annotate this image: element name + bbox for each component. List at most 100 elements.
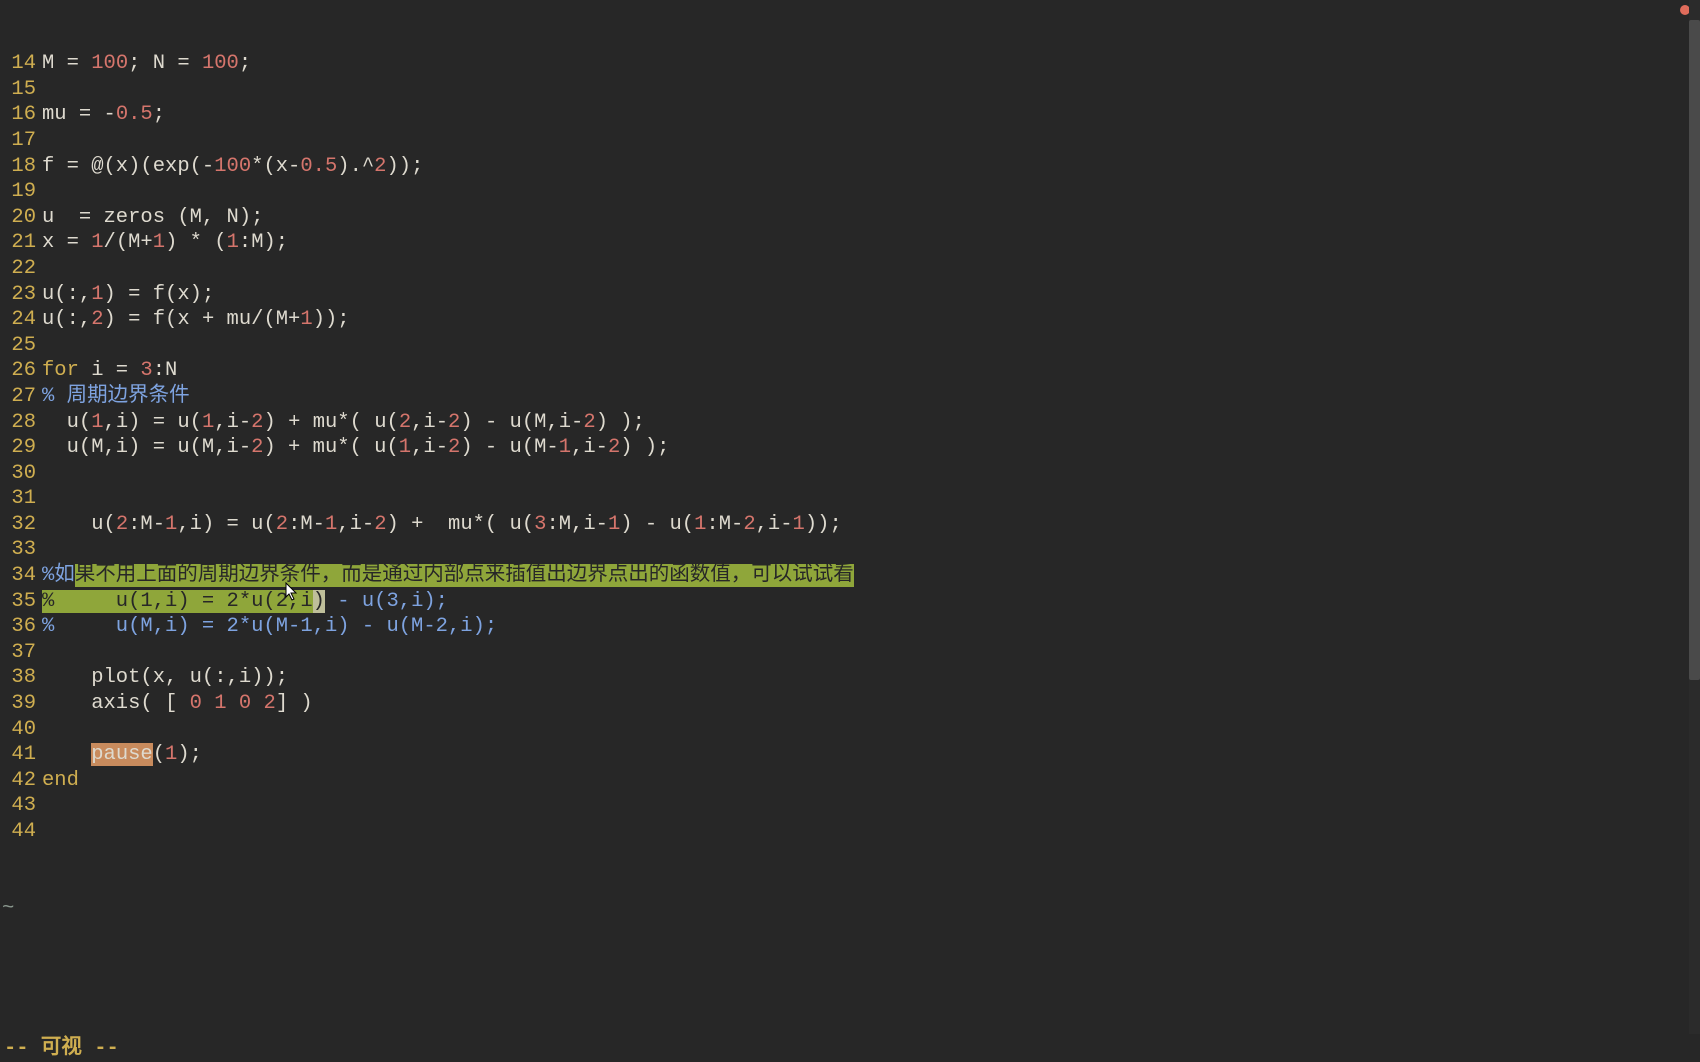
- code-content[interactable]: u(:,1) = f(x);: [42, 282, 214, 308]
- code-content[interactable]: u(2:M-1,i) = u(2:M-1,i-2) + mu*( u(3:M,i…: [42, 512, 842, 538]
- token-num: 2: [264, 692, 276, 715]
- code-line[interactable]: 24u(:,2) = f(x + mu/(M+1));: [0, 307, 1700, 333]
- token-ident: ) );: [596, 411, 645, 434]
- code-content[interactable]: u(:,2) = f(x + mu/(M+1));: [42, 307, 350, 333]
- token-ident: ) - u(: [620, 513, 694, 536]
- line-number: 20: [0, 205, 42, 231]
- code-line[interactable]: 35% u(1,i) = 2*u(2,i) - u(3,i);: [0, 589, 1700, 615]
- code-line[interactable]: 40: [0, 717, 1700, 743]
- token-ident: ));: [805, 513, 842, 536]
- token-num: 2: [448, 436, 460, 459]
- token-ident: u = zeros (M, N);: [42, 206, 263, 229]
- code-content[interactable]: u = zeros (M, N);: [42, 205, 263, 231]
- code-content[interactable]: M = 100; N = 100;: [42, 51, 251, 77]
- line-number: 28: [0, 410, 42, 436]
- code-line[interactable]: 22: [0, 256, 1700, 282]
- code-line[interactable]: 16mu = -0.5;: [0, 102, 1700, 128]
- code-line[interactable]: 14M = 100; N = 100;: [0, 51, 1700, 77]
- token-ident: ] ): [276, 692, 313, 715]
- code-content[interactable]: x = 1/(M+1) * (1:M);: [42, 230, 288, 256]
- line-number: 43: [0, 793, 42, 819]
- code-line[interactable]: 28 u(1,i) = u(1,i-2) + mu*( u(2,i-2) - u…: [0, 410, 1700, 436]
- code-line[interactable]: 32 u(2:M-1,i) = u(2:M-1,i-2) + mu*( u(3:…: [0, 512, 1700, 538]
- token-ident: ).^: [337, 155, 374, 178]
- code-line[interactable]: 26for i = 3:N: [0, 358, 1700, 384]
- code-line[interactable]: 20u = zeros (M, N);: [0, 205, 1700, 231]
- code-content[interactable]: % u(1,i) = 2*u(2,i) - u(3,i);: [42, 589, 448, 615]
- token-num: 3: [140, 359, 152, 382]
- code-content[interactable]: axis( [ 0 1 0 2] ): [42, 691, 313, 717]
- code-content[interactable]: mu = -0.5;: [42, 102, 165, 128]
- code-line[interactable]: 42end: [0, 768, 1700, 794]
- token-num: 1: [300, 308, 312, 331]
- token-ident: *(x-: [251, 155, 300, 178]
- code-line[interactable]: 43: [0, 793, 1700, 819]
- line-number: 21: [0, 230, 42, 256]
- token-num: 1: [608, 513, 620, 536]
- code-line[interactable]: 19: [0, 179, 1700, 205]
- code-line[interactable]: 15: [0, 77, 1700, 103]
- code-content[interactable]: % u(M,i) = 2*u(M-1,i) - u(M-2,i);: [42, 614, 497, 640]
- line-number: 41: [0, 742, 42, 768]
- token-num: 1: [559, 436, 571, 459]
- code-line[interactable]: 25: [0, 333, 1700, 359]
- line-number: 39: [0, 691, 42, 717]
- token-ident: ) = f(x + mu/(M+: [104, 308, 301, 331]
- line-number: 25: [0, 333, 42, 359]
- code-line[interactable]: 23u(:,1) = f(x);: [0, 282, 1700, 308]
- code-line[interactable]: 38 plot(x, u(:,i));: [0, 665, 1700, 691]
- code-content[interactable]: u(1,i) = u(1,i-2) + mu*( u(2,i-2) - u(M,…: [42, 410, 645, 436]
- token-ident: u(:,: [42, 283, 91, 306]
- code-content[interactable]: % 周期边界条件: [42, 384, 190, 410]
- token-num: 0.5: [116, 103, 153, 126]
- token-num: 1: [91, 231, 103, 254]
- code-content[interactable]: u(M,i) = u(M,i-2) + mu*( u(1,i-2) - u(M-…: [42, 435, 669, 461]
- token-num: 1: [793, 513, 805, 536]
- token-num: 0: [190, 692, 202, 715]
- code-content[interactable]: for i = 3:N: [42, 358, 177, 384]
- scrollbar-track[interactable]: [1689, 0, 1700, 1034]
- token-num: 2: [116, 513, 128, 536]
- code-line[interactable]: 17: [0, 128, 1700, 154]
- token-num: 2: [743, 513, 755, 536]
- code-line[interactable]: 44: [0, 819, 1700, 845]
- code-line[interactable]: 27% 周期边界条件: [0, 384, 1700, 410]
- scrollbar-thumb[interactable]: [1689, 20, 1700, 680]
- code-line[interactable]: 39 axis( [ 0 1 0 2] ): [0, 691, 1700, 717]
- token-num: 1: [165, 743, 177, 766]
- code-editor[interactable]: 14M = 100; N = 100;1516mu = -0.5;1718f =…: [0, 0, 1700, 1034]
- line-number: 35: [0, 589, 42, 615]
- code-line[interactable]: 36% u(M,i) = 2*u(M-1,i) - u(M-2,i);: [0, 614, 1700, 640]
- token-num: 100: [202, 52, 239, 75]
- token-num: 1: [694, 513, 706, 536]
- line-number: 44: [0, 819, 42, 845]
- token-ident: ) + mu*( u(: [263, 411, 398, 434]
- code-line[interactable]: 33: [0, 537, 1700, 563]
- token-ident: ,i-: [571, 436, 608, 459]
- code-line[interactable]: 31: [0, 486, 1700, 512]
- line-number: 34: [0, 563, 42, 589]
- token-num: 1: [202, 411, 214, 434]
- code-content[interactable]: plot(x, u(:,i));: [42, 665, 288, 691]
- token-ident: ,i-: [411, 411, 448, 434]
- code-content[interactable]: end: [42, 768, 79, 794]
- line-number: 30: [0, 461, 42, 487]
- token-ident: axis( [: [42, 692, 190, 715]
- code-line[interactable]: 18f = @(x)(exp(-100*(x-0.5).^2));: [0, 154, 1700, 180]
- code-content[interactable]: %如果不用上面的周期边界条件，而是通过内部点来插值出边界点出的函数值，可以试试看: [42, 563, 854, 589]
- code-line[interactable]: 30: [0, 461, 1700, 487]
- code-content[interactable]: pause(1);: [42, 742, 202, 768]
- code-line[interactable]: 29 u(M,i) = u(M,i-2) + mu*( u(1,i-2) - u…: [0, 435, 1700, 461]
- code-line[interactable]: 41 pause(1);: [0, 742, 1700, 768]
- token-ident: ) - u(M,i-: [460, 411, 583, 434]
- token-visual-sel: % u(1,i) = 2*u(2,i: [42, 590, 313, 613]
- code-line[interactable]: 37: [0, 640, 1700, 666]
- token-ident: u(: [42, 513, 116, 536]
- code-line[interactable]: 21x = 1/(M+1) * (1:M);: [0, 230, 1700, 256]
- token-ident: :M-: [288, 513, 325, 536]
- token-num: 2: [448, 411, 460, 434]
- code-content[interactable]: f = @(x)(exp(-100*(x-0.5).^2));: [42, 154, 423, 180]
- token-ident: u(M,i) = u(M,i-: [42, 436, 251, 459]
- code-line[interactable]: 34%如果不用上面的周期边界条件，而是通过内部点来插值出边界点出的函数值，可以试…: [0, 563, 1700, 589]
- line-number: 26: [0, 358, 42, 384]
